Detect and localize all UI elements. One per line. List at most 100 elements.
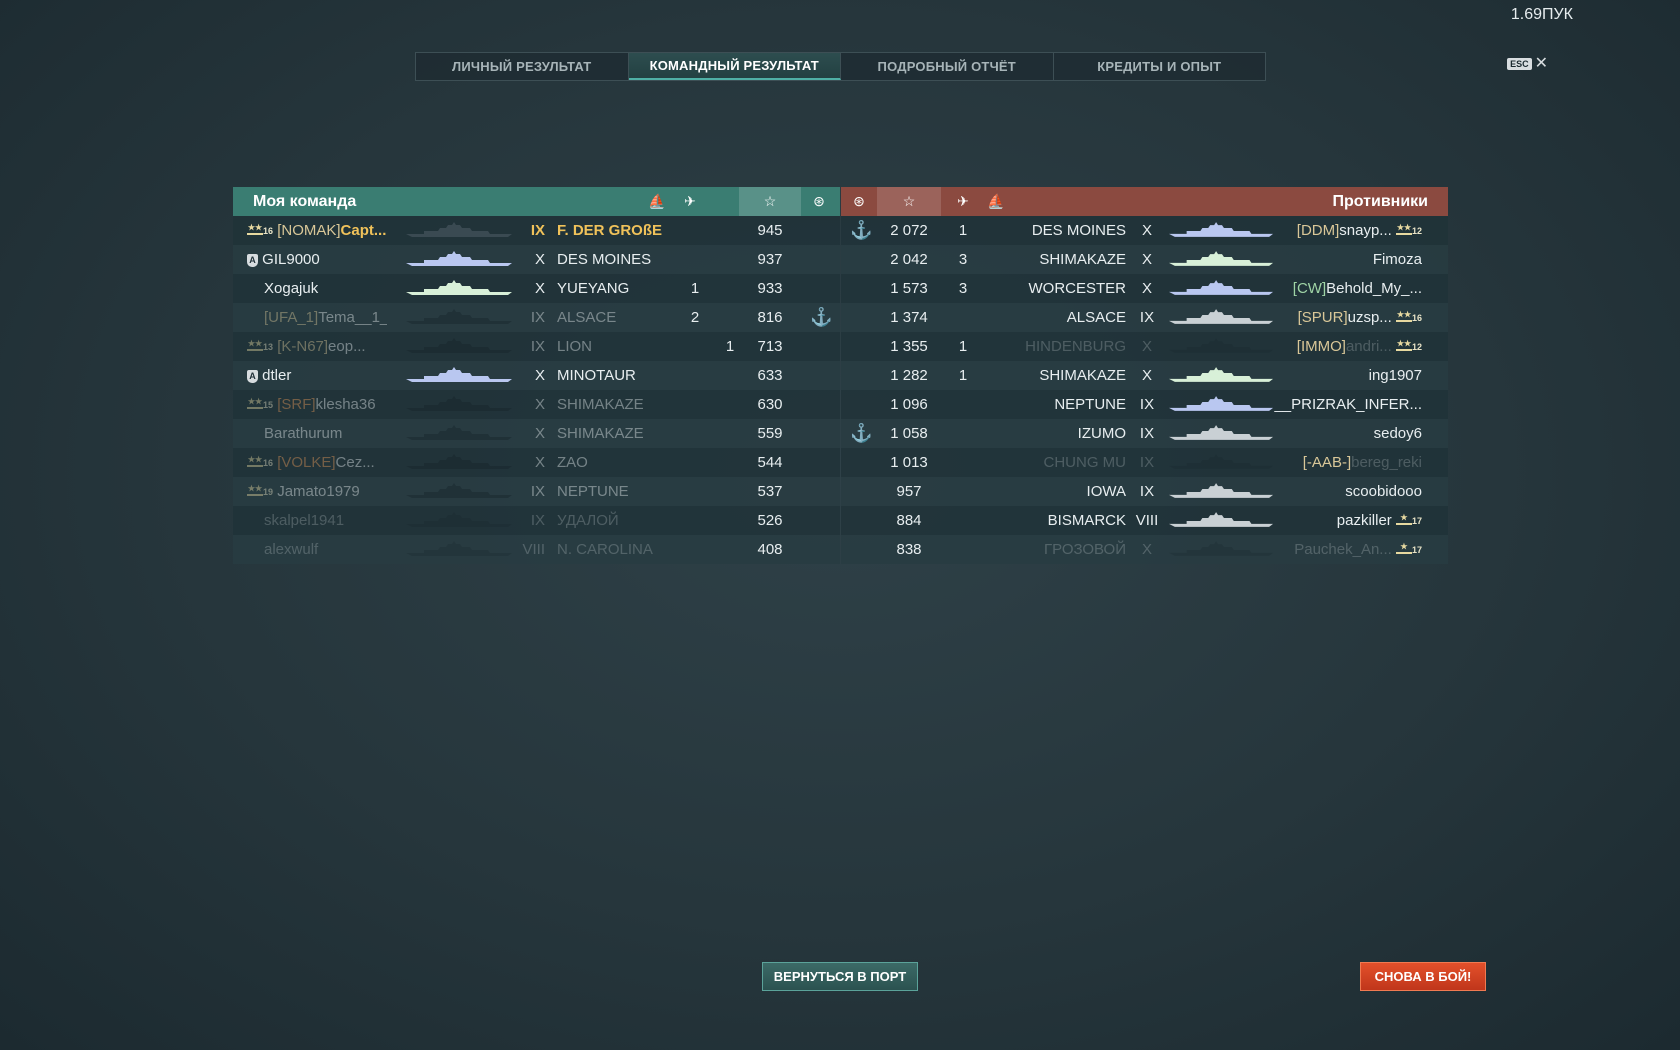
table-row[interactable]: 1 282 1 SHIMAKAZE Xing1907 [841,361,1448,390]
table-row[interactable]: 2 042 3 SHIMAKAZE X Fimoza [841,245,1448,274]
rank-stripes-icon: ★★ [1395,339,1412,353]
ship-tier: IX [530,483,545,500]
ship-name: ALSACE [1066,309,1126,326]
tab-detailed-report[interactable]: ПОДРОБНЫЙ ОТЧЁТ [841,53,1054,80]
clan-tag: [-AAB-] [1302,454,1352,471]
ship-name: NEPTUNE [1054,396,1126,413]
base-xp: 945 [757,222,783,239]
ship-tier: X [534,280,545,297]
enemy-team-header: ⊛ ☆ ✈ ⛵ Противники [841,187,1448,216]
player-name: ing1907 [1368,367,1422,384]
table-row[interactable]: A dtler X MINOTAUR 633 [233,361,840,390]
table-row[interactable]: ★★ 16 [NOMAK]Capt... IX F. DER GROßE 945 [233,216,840,245]
player-name: eop... [328,338,366,355]
base-xp: 884 [896,512,922,529]
table-row[interactable]: ★★ 19 Jamato1979 IX NEPTUNE 537 [233,477,840,506]
ship-silhouette-icon [403,448,515,477]
player-name: Xogajuk [264,280,319,297]
table-row[interactable]: 884 BISMARCK VIII pazkiller ★ 17 [841,506,1448,535]
rank-number: 16 [263,225,274,236]
ship-tier: IX [530,309,545,326]
ship-name: NEPTUNE [557,483,629,500]
ships-destroyed [951,390,975,419]
player-cell: ★★ 16 [NOMAK]Capt... [247,216,387,245]
ship-tier: IX [530,222,545,239]
return-to-port-button[interactable]: ВЕРНУТЬСЯ В ПОРТ [762,962,918,991]
planes-destroyed [683,332,707,361]
planes-destroyed [683,477,707,506]
base-xp: 1 355 [890,338,928,355]
ship-sunk-icon: ⛵ [648,193,666,209]
rank-stripes-icon: ★ [1395,542,1412,556]
player-name: dtler [262,367,292,384]
ship-tier: IX [530,512,545,529]
base-xp: 537 [757,483,783,500]
ship-silhouette-icon [403,332,515,361]
table-row[interactable]: 957 IOWA IX scoobidooo [841,477,1448,506]
my-team-panel: Моя команда ⛵ ✈ ☆ ⊛ ★★ 16 [NOMAK]Capt... I… [233,187,840,565]
player-cell: alexwulf [247,535,387,564]
ship-name: HINDENBURG [1025,338,1126,355]
table-row[interactable]: Xogajuk X YUEYANG 1 933 [233,274,840,303]
aircraft-destroyed-icon: ✈ [957,193,969,209]
planes-destroyed [683,535,707,564]
tab-credits-xp[interactable]: КРЕДИТЫ И ОПЫТ [1054,53,1266,80]
table-row[interactable]: ⚓ 1 058 IZUMO IX sedoy6 [841,419,1448,448]
table-row[interactable]: [UFA_1]Tema__1___ IX ALSACE 2 816 ⚓ [233,303,840,332]
table-row[interactable]: Barathurum X SHIMAKAZE 559 [233,419,840,448]
table-row[interactable]: A GIL9000 X DES MOINES 937 [233,245,840,274]
ship-name: MINOTAUR [557,367,636,384]
rank-stripes-icon: ★★ [247,484,263,498]
ship-name: DES MOINES [557,251,652,268]
table-row[interactable]: alexwulf VIII N. CAROLINA 408 [233,535,840,564]
table-row[interactable]: ★★ 15 [SRF]klesha36 X SHIMAKAZE 630 [233,390,840,419]
clan-tag: [SPUR] [1297,309,1348,326]
rank-number: 17 [1411,515,1422,526]
ship-tier: X [534,367,545,384]
base-capture-icon: ⊛ [813,193,825,209]
table-row[interactable]: 1 374 ALSACE IX [SPUR]uzsp... ★★ 16 [841,303,1448,332]
close-button[interactable]: ESC ✕ [1507,56,1548,72]
table-row[interactable]: skalpel1941 IX УДАЛОЙ 526 [233,506,840,535]
table-row[interactable]: 1 013 CHUNG MU IX [-AAB-]bereg_reki [841,448,1448,477]
rank-number: 17 [1411,544,1422,555]
ship-name: CHUNG MU [1043,454,1127,471]
table-row[interactable]: 1 573 3 WORCESTER X [CW]Behold_My_... [841,274,1448,303]
enemy-team-panel: ⊛ ☆ ✈ ⛵ Противники ⚓ 2 072 1 DES MOINES X [DD… [841,187,1448,565]
player-name: __PRIZRAK_INFER... [1274,396,1422,413]
tab-personal-result[interactable]: ЛИЧНЫЙ РЕЗУЛЬТАТ [416,53,629,80]
ship-tier: IX [1139,454,1155,471]
tab-team-result[interactable]: КОМАНДНЫЙ РЕЗУЛЬТАТ [628,53,841,80]
player-name: alexwulf [264,541,319,558]
player-cell: Barathurum [247,419,387,448]
player-name: sedoy6 [1373,425,1422,442]
player-cell: [DDM]snayp... ★★ 12 [1297,216,1422,245]
player-cell: skalpel1941 [247,506,387,535]
battle-again-button[interactable]: СНОВА В БОЙ! [1360,962,1486,991]
base-xp: 713 [757,338,783,355]
ship-name: BISMARCK [1047,512,1126,529]
ship-silhouette-icon [403,506,515,535]
player-name: Tema__1___ [318,309,387,326]
table-row[interactable]: 838 ГРОЗОВОЙ X Pauchek_An... ★ 17 [841,535,1448,564]
table-row[interactable]: 1 096 NEPTUNE IX __PRIZRAK_INFER... [841,390,1448,419]
base-xp: 1 573 [890,280,928,297]
ship-name: LION [557,338,593,355]
table-row[interactable]: ★★ 16 [VOLKE]Cez... X ZAO 544 [233,448,840,477]
player-cell: ★★ 15 [SRF]klesha36 [247,390,387,419]
table-row[interactable]: 1 355 1 HINDENBURG X [IMMO]andri... ★★ 12 [841,332,1448,361]
planes-destroyed: 2 [690,309,700,326]
ship-silhouette-icon [1167,361,1275,390]
table-row[interactable]: ⚓ 2 072 1 DES MOINES X [DDM]snayp... ★★ 12 [841,216,1448,245]
ship-tier: X [534,396,545,413]
anchor-icon: ⚓ [850,220,873,240]
player-name: Pauchek_An... [1294,541,1392,558]
ships-destroyed [951,477,975,506]
ship-tier: IX [1139,483,1155,500]
table-row[interactable]: ★★ 13 [K-N67]eop... IX LION 1 713 [233,332,840,361]
ship-tier: X [1141,222,1152,239]
player-name: Behold_My_... [1326,280,1422,297]
base-xp: 1 013 [890,454,928,471]
rank-stripes-icon: ★★ [247,397,263,411]
ships-destroyed: 3 [958,280,968,297]
